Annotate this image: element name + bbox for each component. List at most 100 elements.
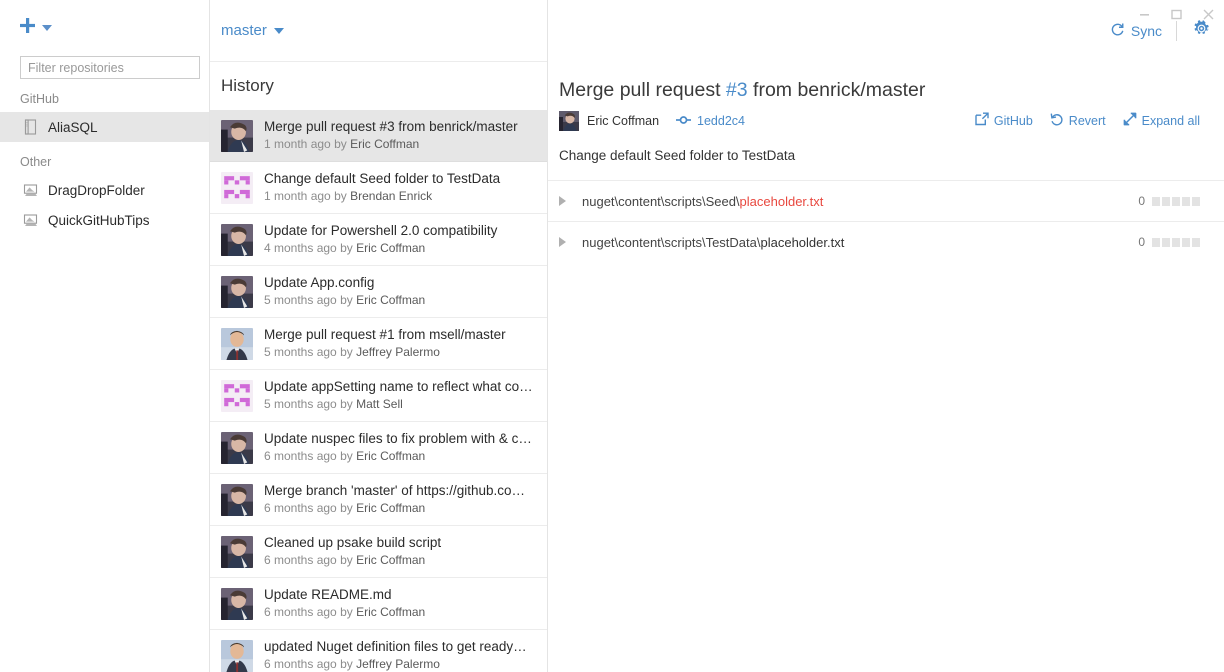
detail-toolbar: Sync [548,0,1224,62]
commit-text: Cleaned up psake build script 6 months ag… [264,534,537,569]
commit-list-item[interactable]: Merge pull request #3 from benrick/maste… [210,110,547,162]
commit-sha-label: 1edd2c4 [697,114,745,128]
commit-time: 6 months ago [264,657,337,671]
changed-file-row[interactable]: nuget\content\scripts\TestData\placehold… [548,221,1224,262]
commit-list-item[interactable]: Update nuspec files to fix problem with … [210,422,547,474]
diff-count: 0 [1138,235,1145,249]
commit-list-item[interactable]: Cleaned up psake build script 6 months ag… [210,526,547,578]
plus-icon [18,16,37,40]
diff-stat: 0 [1138,235,1200,249]
commit-author: Eric Coffman [356,241,426,255]
diff-count: 0 [1138,194,1145,208]
disclosure-triangle-icon[interactable] [559,237,566,247]
commit-item-title: Merge branch 'master' of https://github.… [264,483,526,498]
commit-by: by [340,605,353,619]
group-label-other: Other [20,155,52,169]
avatar [221,327,253,360]
branch-selector[interactable]: master [221,22,284,39]
avatar [221,587,253,620]
sidebar-item-label: DragDropFolder [48,182,145,198]
minimize-button[interactable] [1128,1,1160,27]
commit-by: by [340,293,353,307]
commit-by: by [340,345,353,359]
commit-item-meta: 1 month ago by Eric Coffman [264,136,537,153]
sidebar-item-aliasql[interactable]: AliaSQL [0,112,209,142]
avatar [221,535,253,568]
expand-all-button[interactable]: Expand all [1123,112,1200,129]
commit-item-title: Cleaned up psake build script [264,535,442,550]
disclosure-triangle-icon[interactable] [559,196,566,206]
commit-time: 1 month ago [264,137,331,151]
diff-stat: 0 [1138,194,1200,208]
sidebar-item-dragdropfolder[interactable]: DragDropFolder [0,175,209,205]
commit-list-item[interactable]: Merge pull request #1 from msell/master 5… [210,318,547,370]
action-label: GitHub [993,113,1033,128]
window-controls [1128,0,1224,28]
commit-list-item[interactable]: Merge branch 'master' of https://github.… [210,474,547,526]
diff-blocks [1152,237,1200,247]
commit-item-title: Update for Powershell 2.0 compatibility [264,223,498,238]
commit-item-title: Update appSetting name to reflect what c… [264,379,533,394]
chevron-down-icon [273,27,284,34]
file-name: placeholder.txt [739,193,824,209]
commit-by: by [340,657,353,671]
add-repository-button[interactable] [18,16,52,40]
commit-text: Update for Powershell 2.0 compatibility 4… [264,222,537,257]
commit-list[interactable]: Merge pull request #3 from benrick/maste… [210,110,547,672]
commit-list-item[interactable]: Change default Seed folder to TestData 1 … [210,162,547,214]
avatar [221,275,253,308]
commit-text: Update README.md 6 months ago by Eric Cof… [264,586,537,621]
commit-actions: GitHub Revert Expand all [975,112,1200,129]
revert-button[interactable]: Revert [1050,112,1106,129]
commit-author: Jeffrey Palermo [356,657,440,671]
close-button[interactable] [1192,1,1224,27]
refresh-icon [1110,22,1125,40]
avatar [221,119,253,152]
commit-by: by [340,397,353,411]
sidebar-item-quickgithubtips[interactable]: QuickGitHubTips [0,205,209,235]
filter-repositories-input[interactable] [20,56,200,79]
file-path-prefix: nuget\content\scripts\Seed\ [582,193,740,209]
file-path-prefix: nuget\content\scripts\TestData\ [582,234,761,250]
commit-item-title: Change default Seed folder to TestData [264,171,501,186]
commit-author: Eric Coffman [356,501,426,515]
github-desktop-window: GitHub AliaSQL Other [0,0,1224,672]
github-link-button[interactable]: GitHub [975,112,1033,129]
sidebar-item-label: QuickGitHubTips [48,212,150,228]
commit-by: by [340,241,353,255]
commit-text: Merge pull request #3 from benrick/maste… [264,118,537,153]
commit-list-item[interactable]: Update README.md 6 months ago by Eric Cof… [210,578,547,630]
commit-list-item[interactable]: Update for Powershell 2.0 compatibility 4… [210,214,547,266]
commit-node-icon [676,114,692,129]
commit-time: 6 months ago [264,605,337,619]
commit-sha[interactable]: 1edd2c4 [676,114,745,129]
commit-item-meta: 5 months ago by Matt Sell [264,396,537,413]
sidebar-item-label: AliaSQL [48,119,98,135]
commit-time: 4 months ago [264,241,337,255]
local-repository-icon [22,182,39,199]
avatar [221,171,253,204]
commit-text: Update App.config 5 months ago by Eric Co… [264,274,537,309]
commit-list-item[interactable]: updated Nuget definition files to get re… [210,630,547,672]
maximize-button[interactable] [1160,1,1192,27]
file-path: nuget\content\scripts\Seed\placeholder.t… [582,194,1138,209]
commit-text: Merge pull request #1 from msell/master 5… [264,326,537,361]
group-label-github: GitHub [20,92,59,106]
commit-text: Merge branch 'master' of https://github.… [264,482,537,517]
commit-item-meta: 6 months ago by Eric Coffman [264,604,537,621]
commit-list-item[interactable]: Update appSetting name to reflect what c… [210,370,547,422]
file-path: nuget\content\scripts\TestData\placehold… [582,235,1138,250]
changed-files-list: nuget\content\scripts\Seed\placeholder.t… [548,180,1224,262]
commit-list-item[interactable]: Update App.config 5 months ago by Eric Co… [210,266,547,318]
action-label: Revert [1068,113,1106,128]
commit-item-meta: 6 months ago by Eric Coffman [264,448,537,465]
commit-description: Change default Seed folder to TestData [559,148,796,163]
changed-file-row[interactable]: nuget\content\scripts\Seed\placeholder.t… [548,180,1224,221]
branch-bar: master [210,0,547,62]
commit-item-title: Update README.md [264,587,392,602]
branch-name: master [221,22,267,39]
commit-title-after: from benrick/master [747,79,926,101]
commit-title: Merge pull request #3 from benrick/maste… [559,62,1200,102]
commit-item-title: updated Nuget definition files to get re… [264,639,527,654]
commit-by: by [340,553,353,567]
